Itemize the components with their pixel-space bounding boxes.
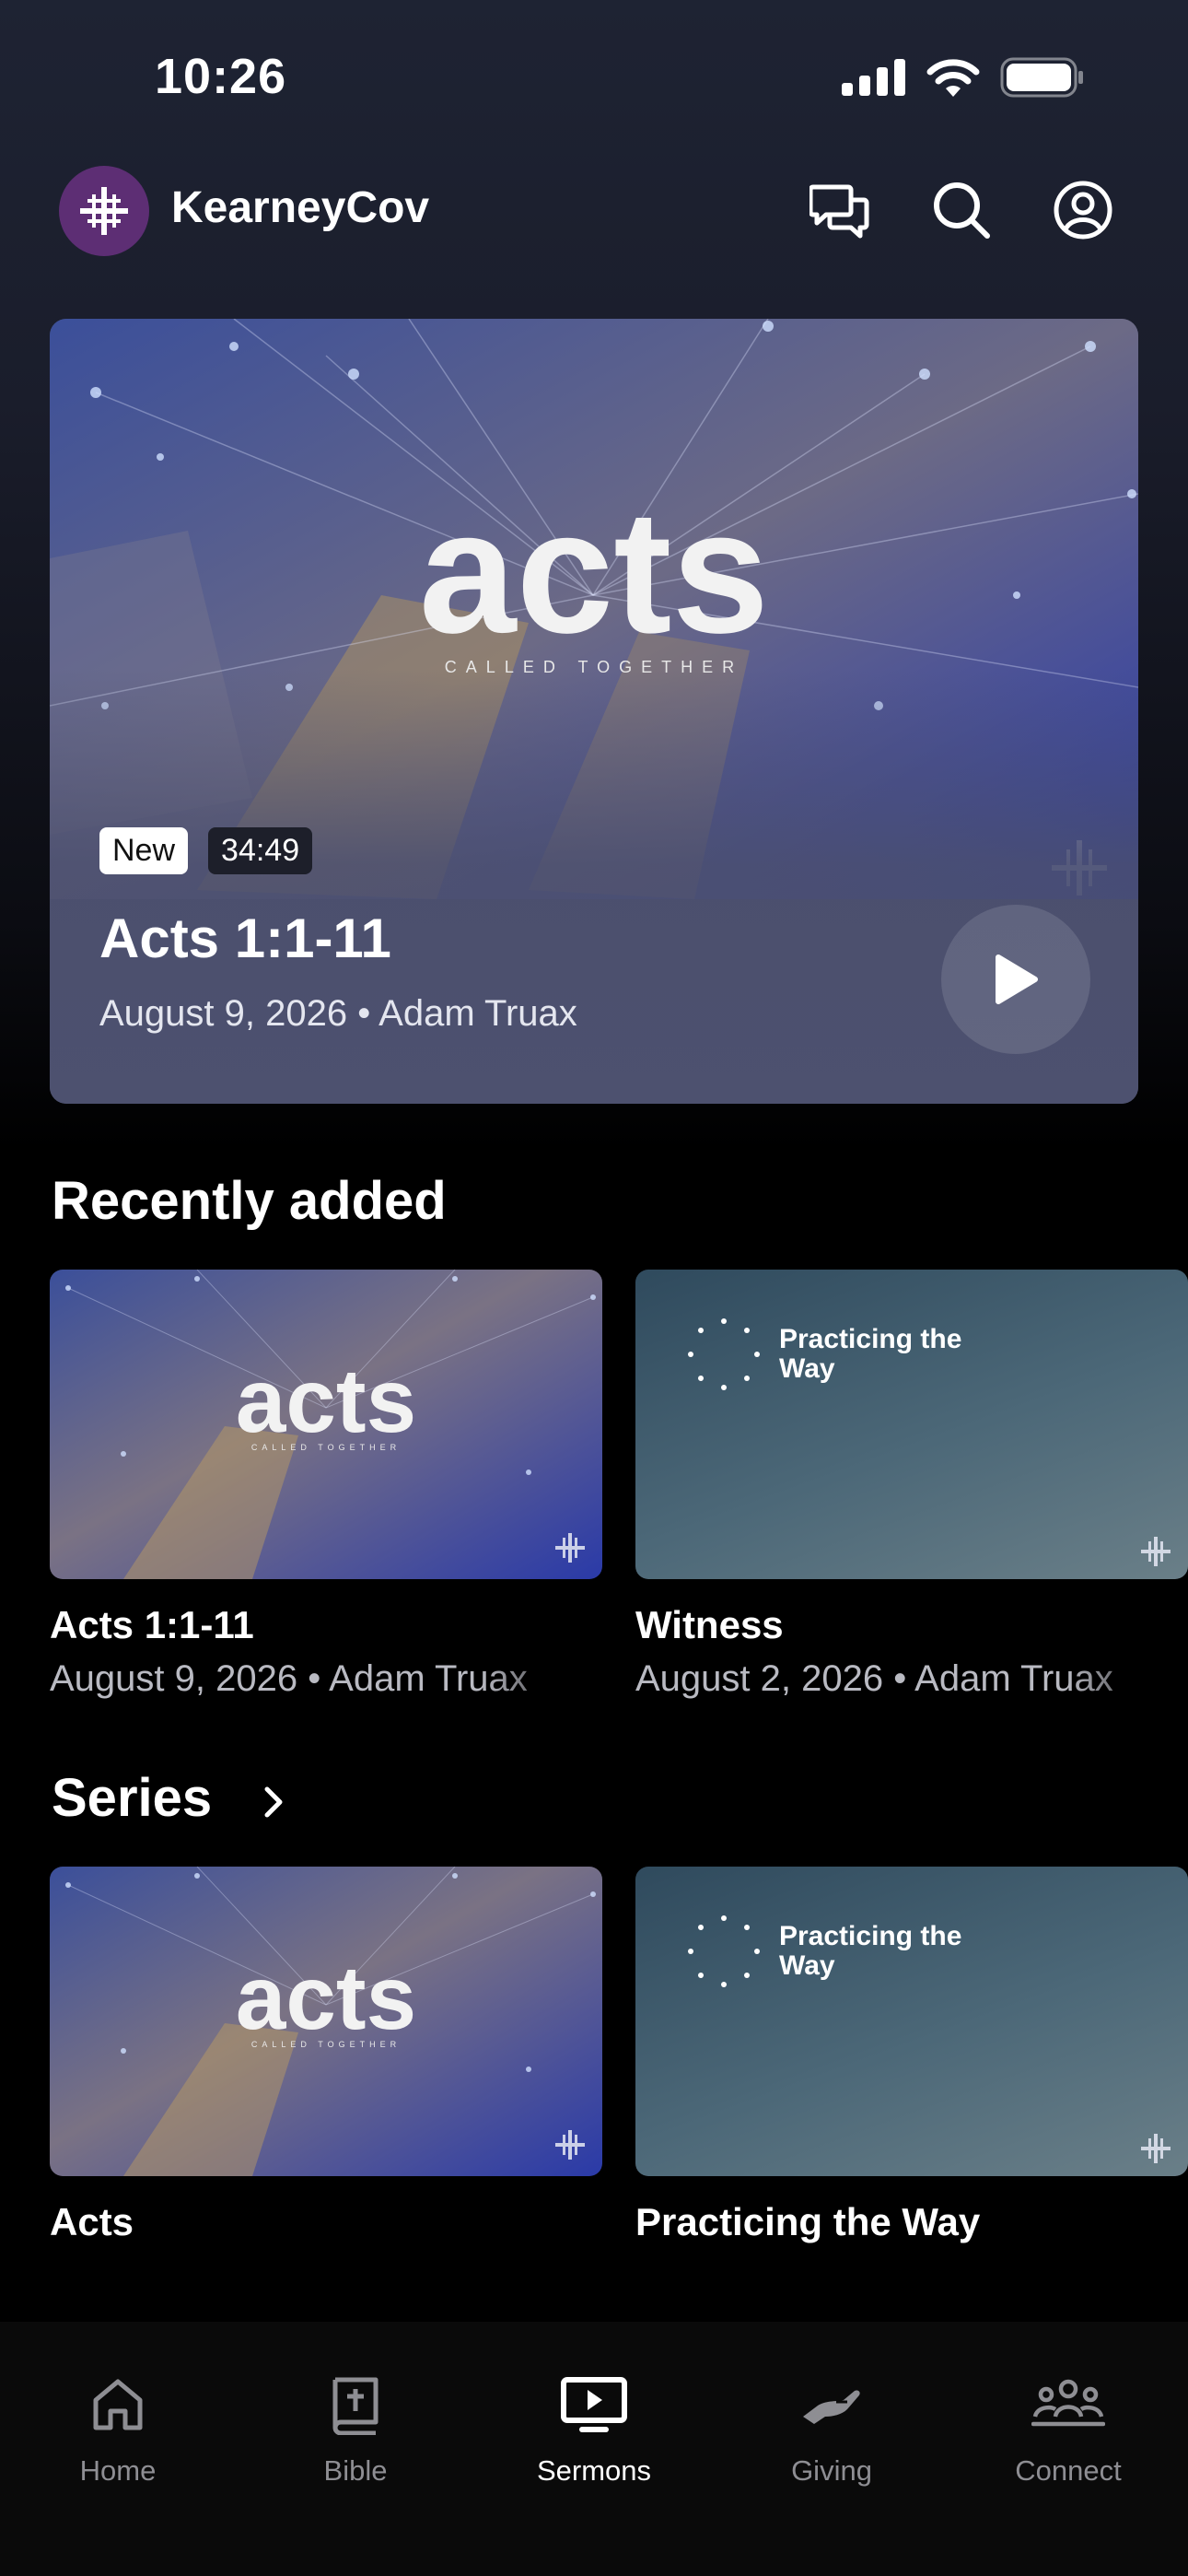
recent-card-speaker: Adam Truax: [914, 1658, 1113, 1699]
recent-card-date: August 9, 2026: [50, 1658, 298, 1699]
series-card[interactable]: acts CALLED TOGETHER Acts: [50, 1867, 602, 2244]
practicing-the-way-art-label: Practicing the Way: [779, 1921, 962, 1981]
tab-label: Home: [79, 2454, 157, 2487]
svg-text:CALLED TOGETHER: CALLED TOGETHER: [251, 2040, 401, 2049]
recent-card-thumbnail: Practicing the Way: [635, 1270, 1188, 1579]
series-card-title: Acts: [50, 2200, 134, 2243]
acts-series-artwork: acts CALLED TOGETHER: [50, 1270, 602, 1579]
profile-button[interactable]: [1048, 175, 1118, 245]
status-bar: 10:26: [0, 0, 1188, 157]
watermark-logo-icon: [1141, 2134, 1171, 2163]
home-icon: [93, 2379, 143, 2430]
practicing-the-way-artwork: Practicing the Way: [635, 1270, 1188, 1579]
app-header: KearneyCov: [0, 162, 1188, 258]
svg-text:acts: acts: [236, 1947, 416, 2048]
tab-home[interactable]: Home: [26, 2368, 210, 2488]
tab-connect[interactable]: Connect: [976, 2368, 1160, 2488]
svg-text:CALLED TOGETHER: CALLED TOGETHER: [251, 1443, 401, 1452]
series-card[interactable]: Practicing the Way Practicing the Way: [635, 1867, 1188, 2244]
tab-label: Sermons: [536, 2454, 652, 2487]
svg-text:acts: acts: [236, 1350, 416, 1451]
series-card-title: Practicing the Way: [635, 2200, 981, 2243]
series-title: Series: [52, 1768, 213, 1828]
tab-sermons[interactable]: Sermons: [502, 2368, 686, 2488]
giving-icon: [803, 2390, 860, 2424]
recent-card[interactable]: Practicing the Way Witness August 2, 202…: [635, 1270, 1188, 1700]
series-card-thumbnail: Practicing the Way: [635, 1867, 1188, 2176]
acts-series-artwork: acts CALLED TOGETHER: [50, 1867, 602, 2176]
featured-sermon-card[interactable]: acts CALLED TOGETHER New 34:49 Acts 1:1-…: [50, 319, 1138, 1104]
play-icon: [996, 954, 1038, 1004]
new-badge: New: [99, 827, 189, 874]
tab-label: Bible: [323, 2454, 388, 2487]
battery-icon: [1000, 57, 1083, 98]
status-time: 10:26: [155, 49, 287, 104]
church-logo-icon[interactable]: [59, 166, 149, 256]
hero-art-title: acts: [419, 474, 769, 670]
tab-giving[interactable]: Giving: [740, 2368, 924, 2488]
tab-label: Giving: [791, 2454, 872, 2487]
hero-badges: New 34:49: [99, 827, 313, 874]
recent-card[interactable]: acts CALLED TOGETHER Acts 1:1-11 August …: [50, 1270, 602, 1700]
recent-card-speaker: Adam Truax: [329, 1658, 528, 1699]
duration-badge: 34:49: [208, 827, 313, 874]
wifi-icon: [926, 59, 980, 97]
recent-card-title: Acts 1:1-11: [50, 1603, 254, 1646]
tab-label: Connect: [1015, 2454, 1122, 2487]
cellular-signal-icon: [842, 59, 905, 96]
chevron-right-icon: [264, 1786, 283, 1818]
status-icons: [842, 57, 1085, 98]
tab-bible[interactable]: Bible: [263, 2368, 448, 2488]
hero-sermon-date: August 9, 2026: [99, 993, 348, 1034]
app-title: KearneyCov: [171, 183, 430, 232]
hero-sermon-title: Acts 1:1-11: [99, 907, 391, 969]
bible-icon: [332, 2377, 379, 2435]
recent-card-meta: August 2, 2026 • Adam Truax: [635, 1658, 1113, 1699]
series-see-all-button[interactable]: [254, 1784, 291, 1825]
messages-button[interactable]: [805, 175, 875, 245]
account-icon: [1054, 181, 1112, 240]
practicing-the-way-art-label: Practicing the Way: [779, 1324, 962, 1384]
chat-bubbles-icon: [809, 184, 869, 239]
search-button[interactable]: [926, 175, 996, 245]
sermons-icon: [561, 2377, 627, 2432]
practicing-the-way-artwork: Practicing the Way: [635, 1867, 1188, 2176]
meta-separator: •: [357, 993, 379, 1034]
hero-sermon-meta: August 9, 2026 • Adam Truax: [99, 993, 577, 1035]
hero-sermon-speaker: Adam Truax: [379, 993, 577, 1034]
recent-card-thumbnail: acts CALLED TOGETHER: [50, 1270, 602, 1579]
dotted-circle-icon: [688, 1318, 760, 1390]
dotted-circle-icon: [688, 1915, 760, 1987]
recent-card-meta: August 9, 2026 • Adam Truax: [50, 1658, 528, 1699]
bottom-tab-bar: Home Bible Sermons Giving Connect: [0, 2322, 1188, 2576]
watermark-logo-icon: [1141, 1537, 1171, 1566]
play-button[interactable]: [941, 905, 1090, 1054]
recent-card-date: August 2, 2026: [635, 1658, 884, 1699]
recently-added-title: Recently added: [52, 1171, 447, 1231]
search-icon: [934, 182, 990, 239]
connect-icon: [1031, 2379, 1105, 2427]
recent-card-title: Witness: [635, 1603, 784, 1646]
series-card-thumbnail: acts CALLED TOGETHER: [50, 1867, 602, 2176]
